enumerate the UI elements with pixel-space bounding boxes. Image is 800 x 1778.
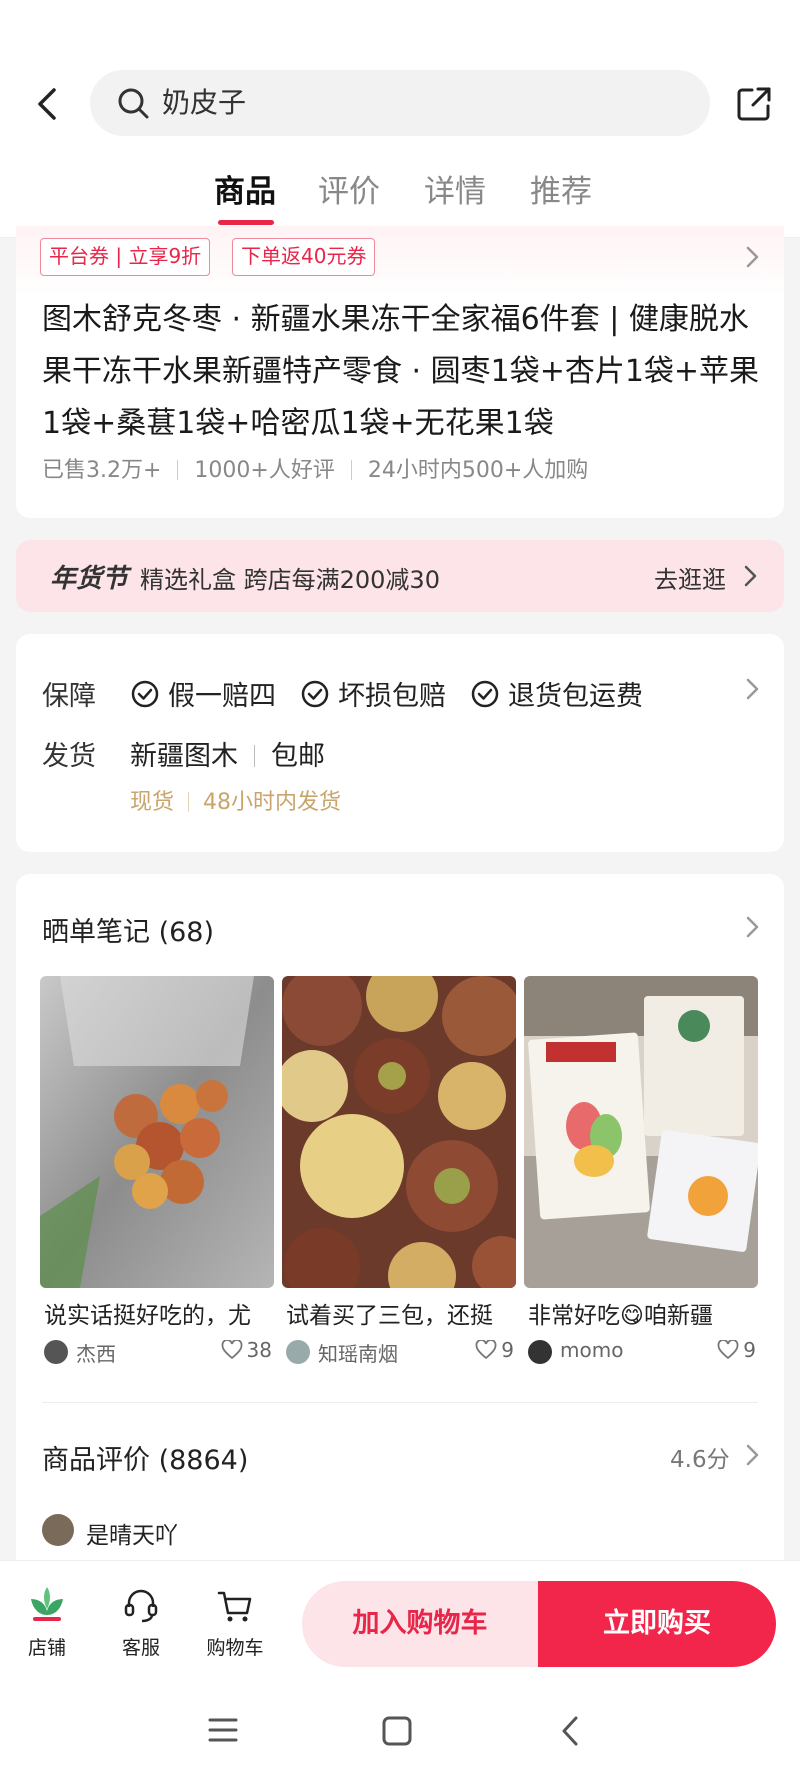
- tab-details[interactable]: 详情: [424, 168, 486, 216]
- note-image: [282, 976, 516, 1288]
- note-item[interactable]: 试着买了三包，还挺 知瑶南烟 9: [282, 976, 516, 1368]
- chevron-right-icon[interactable]: [742, 244, 762, 270]
- product-title: 图木舒克冬枣 · 新疆水果冻干全家福6件套 | 健康脱水果干冻干水果新疆特产零食…: [42, 302, 760, 441]
- share-icon[interactable]: [734, 84, 774, 124]
- ship-time: 48小时内发货: [203, 790, 342, 815]
- cart-icon: [217, 1591, 252, 1622]
- note-meta: momo 9: [524, 1338, 758, 1368]
- note-meta: 知瑶南烟 9: [282, 1338, 516, 1368]
- product-info-card: 平台券 | 立享9折 下单返40元券 图木舒克冬枣 · 新疆水果冻干全家福6件套…: [16, 226, 784, 518]
- heart-icon: [221, 1340, 242, 1360]
- rating-score: 4.6分: [670, 1447, 730, 1473]
- tab-reviews[interactable]: 评价: [318, 168, 380, 216]
- shop-button[interactable]: 店铺: [12, 1585, 82, 1660]
- bottom-action-bar: 店铺 客服 购物车 加入购物车 立即购买: [0, 1560, 800, 1680]
- coupon-platform[interactable]: 平台券 | 立享9折: [40, 238, 211, 276]
- divider: [42, 1402, 758, 1403]
- shipping-label: 发货: [42, 741, 96, 772]
- chevron-right-icon[interactable]: [742, 914, 762, 940]
- headset-icon: [124, 1589, 158, 1623]
- note-image: [524, 976, 758, 1288]
- cart-button[interactable]: 购物车: [200, 1585, 270, 1660]
- note-caption: 试着买了三包，还挺: [286, 1303, 493, 1329]
- back-icon[interactable]: [558, 1714, 582, 1752]
- good-review-count: 1000+人好评: [194, 458, 335, 483]
- customer-service-button[interactable]: 客服: [106, 1585, 176, 1660]
- check-circle-icon: [131, 680, 159, 707]
- note-author: momo: [560, 1338, 624, 1362]
- shipping-info: 新疆图木 包邮: [130, 734, 325, 773]
- note-author: 杰西: [76, 1342, 116, 1366]
- note-item[interactable]: 非常好吃😋咱新疆 momo 9: [524, 976, 758, 1368]
- check-circle-icon: [471, 680, 499, 707]
- ship-origin: 新疆图木: [130, 741, 238, 772]
- avatar: [42, 1514, 74, 1546]
- tab-recommend[interactable]: 推荐: [530, 168, 592, 216]
- menu-icon[interactable]: [208, 1716, 238, 1748]
- heart-icon: [475, 1340, 497, 1360]
- note-item[interactable]: 说实话挺好吃的，尤 杰西 38: [40, 976, 274, 1368]
- guarantee-item: 退货包运费: [470, 674, 643, 713]
- buy-now-button[interactable]: 立即购买: [538, 1581, 776, 1667]
- chevron-right-icon: [742, 676, 762, 702]
- service-card[interactable]: 保障 假一赔四 坏损包赔 退货包运费 发货 新疆图木 包邮 现货 48小时内发货: [16, 634, 784, 852]
- search-query: 奶皮子: [162, 86, 247, 119]
- coupon-cashback[interactable]: 下单返40元券: [232, 238, 376, 276]
- note-image: [40, 976, 274, 1288]
- note-caption: 说实话挺好吃的，尤: [44, 1303, 251, 1329]
- festival-logo: 年货节: [50, 564, 129, 594]
- home-icon[interactable]: [382, 1716, 412, 1750]
- note-caption: 非常好吃😋咱新疆: [528, 1303, 713, 1329]
- search-icon: [116, 86, 150, 120]
- check-circle-icon: [301, 680, 329, 707]
- reviews-title[interactable]: 商品评价 (8864): [42, 1438, 248, 1477]
- note-author: 知瑶南烟: [318, 1342, 398, 1366]
- promo-link[interactable]: 去逛逛: [654, 560, 726, 595]
- guarantee-item: 假一赔四: [130, 674, 276, 713]
- like-count[interactable]: 9: [475, 1338, 514, 1362]
- stock-status: 现货: [130, 790, 175, 815]
- shipping-sub: 现货 48小时内发货: [130, 784, 341, 816]
- header: 奶皮子 商品 评价 详情 推荐: [0, 0, 800, 238]
- notes-reviews-card: 晒单笔记 (68) 说实话挺好吃的，尤 杰西 38 试着买了三包，还挺 知瑶南烟…: [16, 874, 784, 1574]
- cart-add-count: 24小时内500+人加购: [367, 458, 589, 483]
- ship-fee: 包邮: [271, 741, 325, 772]
- note-meta: 杰西 38: [40, 1338, 274, 1368]
- reviewer-name: 是晴天吖: [86, 1523, 178, 1549]
- like-count[interactable]: 38: [221, 1338, 272, 1362]
- guarantee-label: 保障: [42, 681, 96, 712]
- product-stats: 已售3.2万+ 1000+人好评 24小时内500+人加购: [42, 456, 588, 486]
- sold-count: 已售3.2万+: [42, 458, 162, 483]
- chevron-right-icon[interactable]: [742, 1442, 762, 1468]
- guarantee-item: 坏损包赔: [300, 674, 446, 713]
- tab-bar: 商品 评价 详情 推荐: [0, 168, 800, 228]
- shop-icon: [31, 1587, 63, 1621]
- chevron-right-icon: [740, 563, 760, 589]
- avatar: [44, 1340, 68, 1364]
- promo-text: 精选礼盒 跨店每满200减30: [140, 566, 440, 594]
- back-arrow-icon[interactable]: [30, 84, 66, 124]
- tab-product[interactable]: 商品: [214, 168, 276, 216]
- search-input[interactable]: 奶皮子: [90, 70, 710, 136]
- system-nav-bar: [0, 1680, 800, 1778]
- add-to-cart-button[interactable]: 加入购物车: [302, 1581, 538, 1667]
- active-tab-indicator: [218, 220, 274, 225]
- notes-title[interactable]: 晒单笔记 (68): [42, 910, 214, 949]
- heart-icon: [717, 1340, 739, 1360]
- promo-banner[interactable]: 年货节 精选礼盒 跨店每满200减30 去逛逛: [16, 540, 784, 612]
- like-count[interactable]: 9: [717, 1338, 756, 1362]
